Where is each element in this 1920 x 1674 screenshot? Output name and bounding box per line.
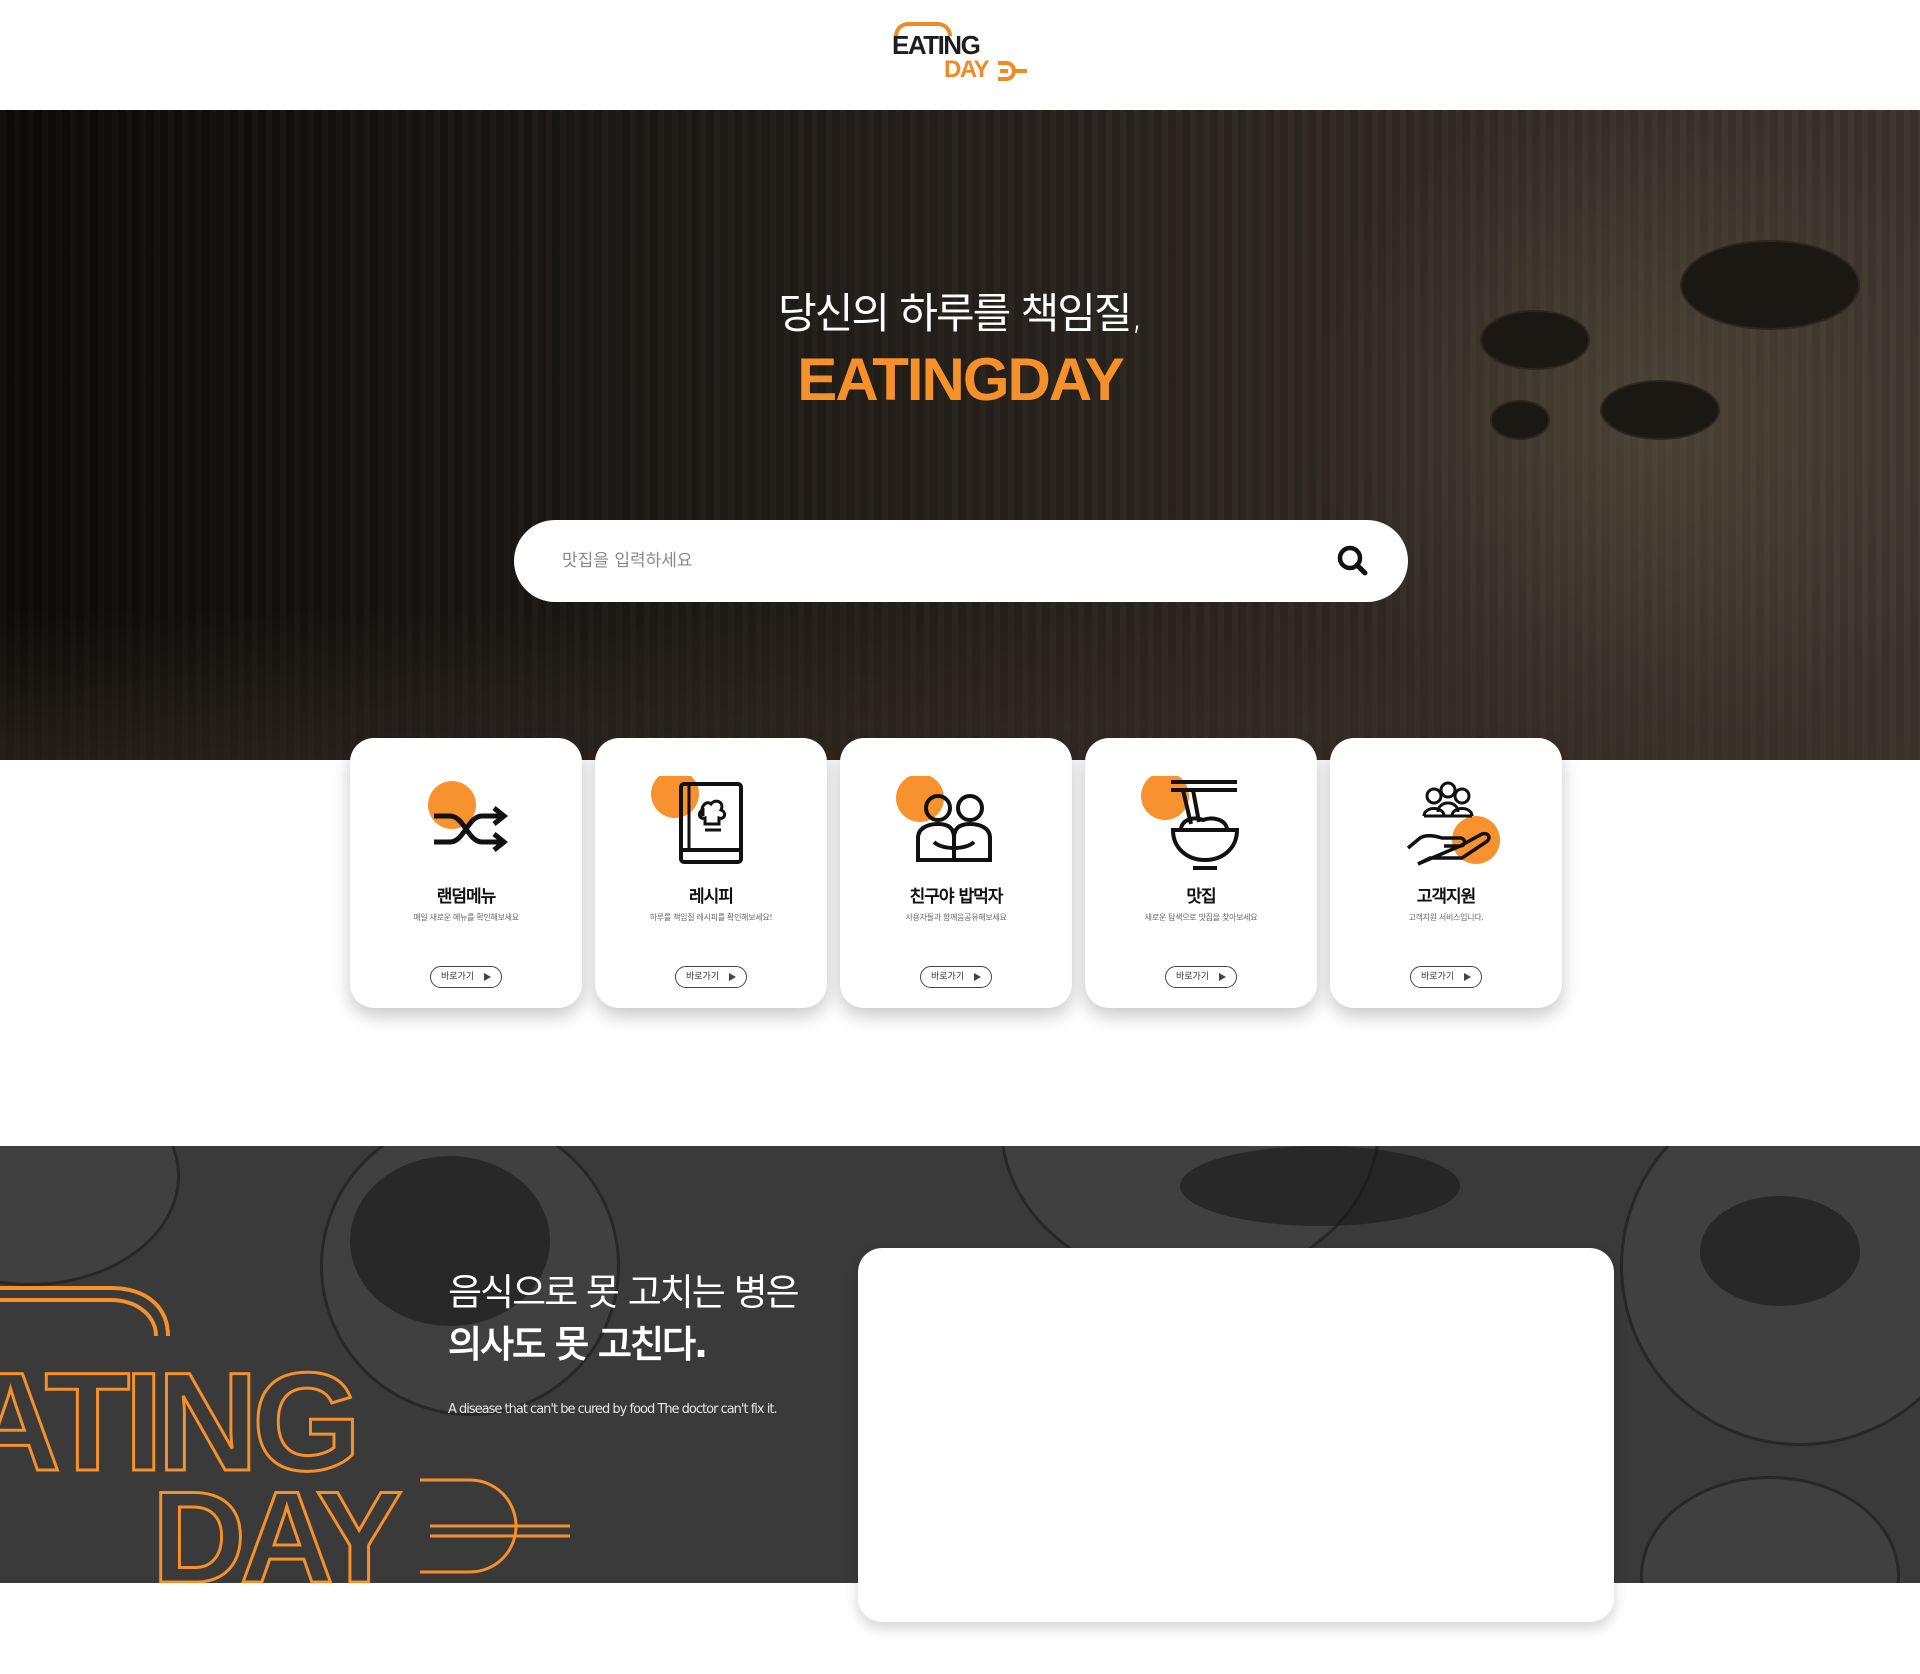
site-header: EATING DAY [0,0,1920,110]
go-button[interactable]: 바로가기 [675,966,747,988]
search-icon[interactable] [1332,540,1374,582]
plate-decoration [1640,1476,1900,1583]
search-input[interactable] [562,520,1282,602]
go-button[interactable]: 바로가기 [430,966,502,988]
hero-title: EATINGDAY [797,346,1124,413]
eatingday-logo[interactable]: EATING DAY [888,18,1028,84]
card-restaurants[interactable]: 맛집 새로운 탐색으로 맛집을 찾아보세요 바로가기 [1085,738,1317,1008]
card-recipe[interactable]: 레시피 하루를 책임질 레시피를 확인해보세요! 바로가기 [595,738,827,1008]
promo-english-text: A disease that can't be cured by food Th… [448,1402,778,1417]
watermark-text-day: DAY [152,1464,401,1583]
play-arrow-icon [729,973,736,981]
hero-section: 당신의 하루를 책임질, EATINGDAY [0,110,1920,760]
promo-heading-line2: 의사도 못 고친다. [448,1323,708,1366]
go-button-label: 바로가기 [686,972,720,982]
card-description: 매일 새로운 메뉴를 확인해보세요 [413,913,519,922]
go-button-label: 바로가기 [1421,972,1455,982]
play-arrow-icon [1464,973,1471,981]
customer-support-icon [1406,781,1500,866]
play-arrow-icon [484,973,491,981]
service-cards: 랜덤메뉴 매일 새로운 메뉴를 확인해보세요 바로가기 레시피 하루를 책임질 … [350,738,1570,1008]
card-title: 레시피 [689,887,734,907]
play-arrow-icon [974,973,981,981]
card-friends-meal[interactable]: 친구야 밥먹자 사용자들과 함께음공유해보세요 바로가기 [840,738,1072,1008]
plate-decoration [0,1146,180,1286]
go-button[interactable]: 바로가기 [1165,966,1237,988]
card-description: 새로운 탐색으로 맛집을 찾아보세요 [1144,913,1258,922]
search-bar [514,520,1408,602]
logo-text-day: DAY [944,56,989,83]
play-arrow-icon [1219,973,1226,981]
go-button-label: 바로가기 [441,972,475,982]
card-title: 맛집 [1186,887,1216,907]
card-description: 하루를 책임질 레시피를 확인해보세요! [649,913,773,922]
card-title: 랜덤메뉴 [436,887,497,907]
promo-heading-line1: 음식으로 못 고치는 병은 [448,1271,800,1314]
card-title: 고객지원 [1416,887,1477,907]
recipe-book-icon [651,776,743,864]
go-button[interactable]: 바로가기 [1410,966,1482,988]
card-random-menu[interactable]: 랜덤메뉴 매일 새로운 메뉴를 확인해보세요 바로가기 [350,738,582,1008]
card-title: 친구야 밥먹자 [909,887,1004,907]
plate-decoration [1700,1196,1860,1306]
card-description: 사용자들과 함께음공유해보세요 [905,913,1007,922]
plate-decoration [1180,1146,1460,1226]
plug-icon [998,61,1027,81]
card-description: 고객지원 서비스입니다. [1408,913,1484,922]
noodle-bowl-icon [1141,776,1240,870]
content-panel [858,1248,1614,1622]
card-customer-support[interactable]: 고객지원 고객지원 서비스입니다. 바로가기 [1330,738,1562,1008]
go-button-label: 바로가기 [1176,972,1210,982]
friends-icon [896,776,992,862]
go-button[interactable]: 바로가기 [920,966,992,988]
shuffle-icon [428,781,509,852]
hero-subtitle: 당신의 하루를 책임질, [778,289,1144,338]
go-button-label: 바로가기 [931,972,965,982]
